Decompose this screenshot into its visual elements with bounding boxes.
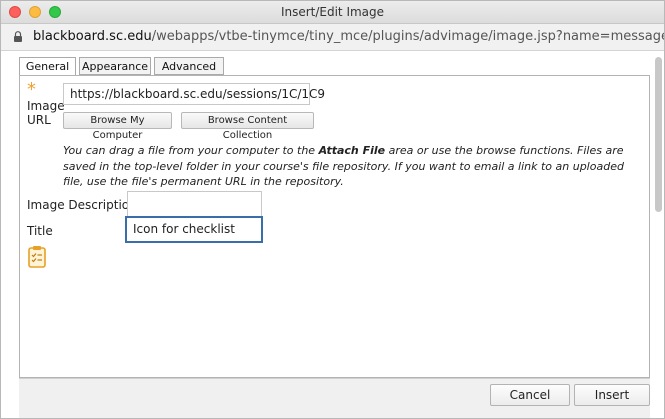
help-text-part1: You can drag a file from your computer t…	[63, 144, 319, 157]
insert-button[interactable]: Insert	[574, 384, 650, 406]
image-url-label-line1: Image	[27, 99, 65, 113]
help-text: You can drag a file from your computer t…	[63, 143, 638, 190]
image-description-label: Image Description	[27, 198, 137, 212]
browse-content-collection-button[interactable]: Browse Content Collection	[181, 112, 314, 141]
address-host: blackboard.sc.edu	[33, 29, 152, 44]
tab-advanced[interactable]: Advanced	[154, 57, 224, 75]
cancel-button[interactable]: Cancel	[490, 384, 570, 406]
address-url: blackboard.sc.edu/webapps/vtbe-tinymce/t…	[33, 29, 664, 44]
address-bar[interactable]: blackboard.sc.edu/webapps/vtbe-tinymce/t…	[1, 24, 664, 51]
window-title: Insert/Edit Image	[280, 5, 385, 19]
tab-appearance[interactable]: Appearance	[79, 57, 151, 75]
help-text-attach-file: Attach File	[318, 144, 386, 157]
browse-my-computer-button[interactable]: Browse My Computer	[63, 112, 172, 141]
vertical-scrollbar[interactable]	[655, 57, 662, 212]
image-url-input[interactable]: https://blackboard.sc.edu/sessions/1C/1C…	[63, 83, 325, 105]
title-input[interactable]: Icon for checklist	[125, 216, 263, 243]
title-bar: Insert/Edit Image	[1, 1, 664, 24]
clipboard-checklist-icon	[28, 246, 46, 268]
required-marker: *	[27, 79, 36, 100]
image-description-input[interactable]	[127, 191, 262, 217]
tab-general[interactable]: General	[19, 57, 76, 76]
insert-edit-image-window: Insert/Edit Image blackboard.sc.edu/weba…	[0, 0, 665, 419]
lock-icon	[14, 31, 22, 42]
title-label: Title	[27, 224, 53, 238]
dialog-footer: Cancel Insert	[19, 378, 650, 418]
image-url-label-line2: URL	[27, 113, 51, 127]
address-path: /webapps/vtbe-tinymce/tiny_mce/plugins/a…	[151, 29, 664, 44]
